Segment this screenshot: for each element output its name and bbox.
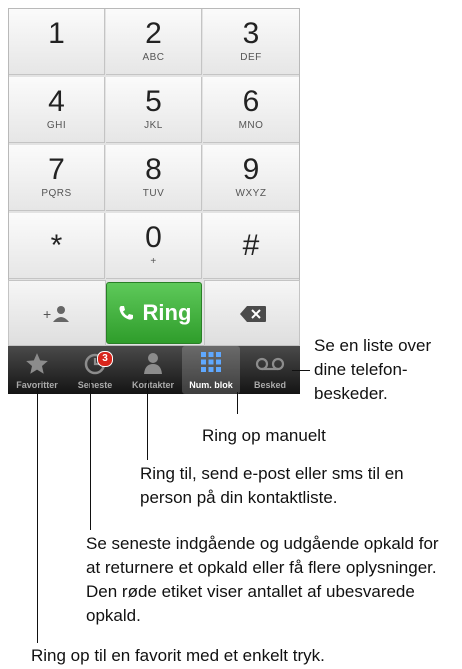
- key-digit: 2: [145, 17, 162, 50]
- key-digit: *: [50, 229, 63, 262]
- key-digit: 9: [242, 153, 260, 186]
- add-contact-button[interactable]: +: [8, 280, 106, 346]
- key-9[interactable]: 9 WXYZ: [203, 145, 299, 211]
- key-letters: WXYZ: [235, 188, 267, 199]
- call-label: Ring: [142, 300, 192, 325]
- key-digit: 7: [48, 153, 65, 186]
- voicemail-icon: [255, 357, 285, 371]
- tab-label: Besked: [253, 380, 287, 390]
- add-contact-icon: +: [43, 306, 69, 322]
- key-digit: 5: [145, 85, 162, 118]
- callout-recents: Se seneste indgående og udgående opkald …: [86, 534, 439, 625]
- key-8[interactable]: 8 TUV: [106, 145, 202, 211]
- callout-voicemail: Se en liste over dine telefon-beskeder.: [314, 336, 432, 403]
- tab-bar: Favoritter 3 Seneste Kontakter Num. blok: [8, 346, 300, 394]
- call-button[interactable]: Ring: [106, 282, 202, 344]
- leader-line-contacts: [147, 380, 148, 460]
- key-letters: PQRS: [41, 188, 72, 199]
- key-letters: ABC: [142, 52, 165, 63]
- leader-line-voicemail: [292, 370, 310, 371]
- keypad-icon: [201, 352, 221, 372]
- callout-contacts: Ring til, send e-post eller sms til en p…: [140, 464, 404, 507]
- key-letters: MNO: [238, 120, 264, 131]
- missed-calls-badge: 3: [97, 351, 113, 367]
- key-2[interactable]: 2 ABC: [106, 9, 202, 75]
- delete-button[interactable]: [204, 280, 300, 346]
- key-digit: 4: [48, 85, 65, 118]
- key-digit: 3: [242, 17, 260, 50]
- leader-line-keypad: [237, 392, 238, 414]
- key-letters: DEF: [240, 52, 262, 63]
- key-digit: 1: [48, 17, 65, 50]
- key-3[interactable]: 3 DEF: [203, 9, 299, 75]
- action-row: + Ring: [8, 280, 300, 346]
- tab-voicemail[interactable]: Besked: [240, 346, 300, 394]
- key-digit: 8: [145, 153, 162, 186]
- callout-favorites: Ring op til en favorit med et enkelt try…: [31, 646, 325, 665]
- tab-label: Seneste: [77, 380, 113, 390]
- key-0[interactable]: 0 +: [106, 213, 202, 279]
- key-letters: TUV: [142, 188, 165, 199]
- leader-line-favorites: [37, 385, 38, 643]
- key-hash[interactable]: #: [203, 213, 299, 279]
- key-digit: 0: [145, 221, 162, 254]
- key-6[interactable]: 6 MNO: [203, 77, 299, 143]
- person-icon: [144, 353, 162, 374]
- key-digit: #: [242, 229, 260, 262]
- key-5[interactable]: 5 JKL: [106, 77, 202, 143]
- tab-label: Num. blok: [189, 380, 233, 390]
- key-letters: JKL: [144, 120, 163, 131]
- key-7[interactable]: 7 PQRS: [9, 145, 105, 211]
- tab-label: Kontakter: [131, 380, 174, 390]
- key-1[interactable]: 1: [9, 9, 105, 75]
- star-icon: [26, 353, 48, 374]
- phone-icon: [119, 306, 133, 320]
- tab-recents[interactable]: 3 Seneste: [66, 346, 124, 394]
- tab-contacts[interactable]: Kontakter: [124, 346, 182, 394]
- tab-keypad[interactable]: Num. blok: [182, 346, 240, 394]
- key-star[interactable]: *: [9, 213, 105, 279]
- callout-keypad: Ring op manuelt: [202, 426, 326, 445]
- leader-line-recents: [90, 380, 91, 530]
- key-4[interactable]: 4 GHI: [9, 77, 105, 143]
- backspace-icon: [240, 306, 266, 322]
- key-digit: 6: [242, 85, 260, 118]
- svg-text:+: +: [43, 306, 51, 322]
- key-letters: +: [150, 256, 157, 267]
- key-letters: GHI: [46, 120, 67, 131]
